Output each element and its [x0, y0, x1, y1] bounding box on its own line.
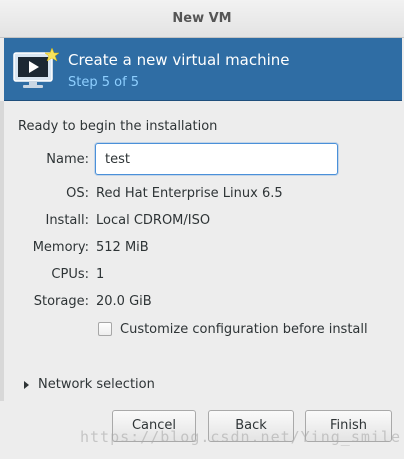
name-label: Name: [46, 152, 89, 167]
name-input[interactable] [95, 143, 338, 175]
title-bar: New VM [0, 0, 404, 38]
network-selection-label: Network selection [38, 377, 155, 392]
storage-value: 20.0 GiB [96, 294, 152, 309]
intro-text: Ready to begin the installation [18, 119, 218, 134]
customize-checkbox[interactable] [98, 322, 112, 336]
os-value: Red Hat Enterprise Linux 6.5 [96, 186, 283, 201]
step-indicator: Step 5 of 5 [68, 75, 140, 90]
memory-label: Memory: [32, 240, 89, 255]
window-title: New VM [172, 11, 232, 26]
memory-value: 512 MiB [96, 240, 149, 255]
customize-checkbox-label[interactable]: Customize configuration before install [120, 322, 368, 337]
cpus-value: 1 [96, 267, 105, 282]
banner-heading: Create a new virtual machine [68, 51, 290, 69]
os-label: OS: [66, 186, 89, 201]
storage-label: Storage: [33, 294, 89, 309]
watermark: https://blog.csdn.net/Ying_smile [80, 428, 401, 446]
cpus-label: CPUs: [51, 267, 89, 282]
header-banner: Create a new virtual machine Step 5 of 5 [4, 38, 402, 101]
install-label: Install: [45, 213, 89, 228]
network-selection-expander[interactable]: Network selection [24, 377, 155, 392]
monitor-play-icon [13, 47, 60, 88]
install-value: Local CDROM/ISO [96, 213, 211, 228]
expander-arrow-icon [24, 380, 29, 389]
